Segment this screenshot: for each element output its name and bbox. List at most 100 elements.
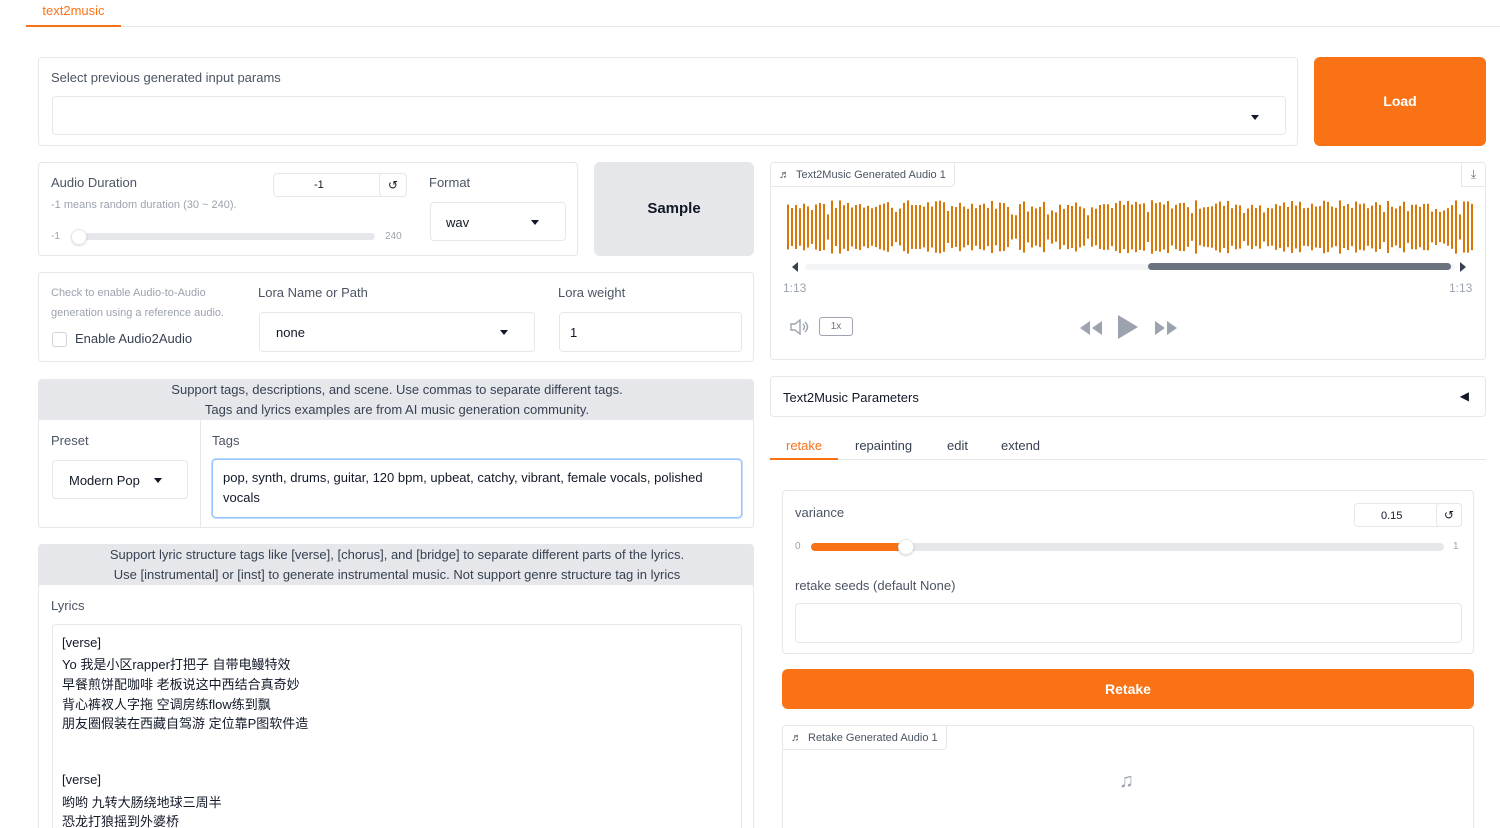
download-button[interactable]: ⤓ [1461, 163, 1485, 187]
waveform-bar [871, 208, 873, 246]
play-icon[interactable] [1117, 314, 1139, 340]
preset-dropdown[interactable]: Modern Pop [52, 460, 188, 499]
waveform-bar [1051, 210, 1053, 244]
audio2audio-checkbox[interactable] [52, 332, 67, 347]
format-value: wav [446, 215, 470, 230]
waveform-bar [831, 200, 833, 254]
waveform-bar [883, 203, 885, 251]
waveform-bar [1223, 205, 1225, 249]
lora-weight-input[interactable]: 1 [559, 312, 742, 352]
waveform-bar [811, 210, 813, 244]
preset-value: Modern Pop [69, 473, 140, 488]
waveform-bar [1231, 208, 1233, 246]
waveform-bar [795, 205, 797, 249]
waveform-bar [1359, 204, 1361, 250]
waveform-bar [1251, 204, 1253, 250]
variance-slider-thumb[interactable] [897, 539, 914, 555]
waveform-bar [1071, 205, 1073, 249]
waveform-bar [927, 202, 929, 252]
waveform-bar [1391, 206, 1393, 248]
params-accordion[interactable]: Text2Music Parameters ◀ [770, 376, 1486, 417]
format-label: Format [429, 175, 471, 190]
waveform-bar [1291, 201, 1293, 253]
variance-reset-button[interactable]: ↺ [1436, 503, 1462, 527]
lyrics-line: 背心裤衩人字拖 空调房练flow练到飘 [62, 697, 271, 712]
waveform-bar [987, 207, 989, 247]
reset-icon: ↺ [387, 178, 399, 192]
waveform-bar [923, 206, 925, 248]
retake-params-panel: variance 0.15 ↺ 0 1 retake seeds (defaul… [782, 490, 1474, 654]
waveform-bar [1159, 202, 1161, 252]
waveform-bar [967, 208, 969, 246]
waveform-bar [1139, 204, 1141, 250]
waveform-bar [851, 207, 853, 247]
lyrics-banner: Support lyric structure tags like [verse… [39, 545, 753, 585]
lora-name-label: Lora Name or Path [258, 285, 368, 300]
waveform-bar [951, 206, 953, 248]
retake-audio-label-tag: ♬ Retake Generated Audio 1 [783, 726, 947, 750]
waveform-bar [1207, 206, 1209, 248]
waveform-bar [1123, 204, 1125, 250]
waveform-scrollbar-thumb[interactable] [1148, 263, 1451, 270]
waveform-bar [1039, 206, 1041, 248]
waveform-bar [1459, 214, 1461, 240]
waveform-bar [1467, 201, 1469, 253]
waveform-bar [899, 208, 901, 246]
lora-name-dropdown[interactable]: none [259, 312, 535, 352]
format-dropdown[interactable]: wav [430, 202, 566, 241]
waveform-bar [999, 202, 1001, 252]
waveform[interactable] [785, 199, 1475, 255]
audio2audio-hint-1: Check to enable Audio-to-Audio [51, 287, 206, 299]
playback-speed-button[interactable]: 1x [819, 317, 853, 336]
chevron-down-icon [531, 220, 539, 225]
tab-retake[interactable]: retake [786, 438, 822, 453]
waveform-bar [1203, 207, 1205, 247]
scroll-left-icon[interactable] [792, 262, 798, 272]
retake-seeds-input[interactable] [795, 603, 1462, 643]
tab-repainting[interactable]: repainting [855, 438, 912, 453]
waveform-bar [1311, 203, 1313, 251]
waveform-bar [875, 206, 877, 248]
sample-button[interactable]: Sample [594, 162, 754, 256]
waveform-bar [1267, 207, 1269, 247]
variance-value: 0.15 [1381, 510, 1403, 522]
waveform-bar [1323, 200, 1325, 254]
tags-banner-line2: Tags and lyrics examples are from AI mus… [204, 402, 590, 417]
history-panel: Select previous generated input params [38, 57, 1298, 146]
waveform-bar [803, 203, 805, 251]
tags-textarea[interactable]: pop, synth, drums, guitar, 120 bpm, upbe… [212, 459, 742, 518]
waveform-bar [1439, 211, 1441, 243]
audio2audio-checkbox-label[interactable]: Enable Audio2Audio [75, 331, 192, 346]
waveform-bar [1363, 203, 1365, 251]
duration-hint: -1 means random duration (30 ~ 240). [51, 199, 237, 211]
volume-icon[interactable] [789, 319, 811, 335]
duration-slider-thumb[interactable] [71, 229, 87, 245]
tab-extend[interactable]: extend [1001, 438, 1040, 453]
waveform-bar [1247, 208, 1249, 246]
duration-slider-track[interactable] [77, 233, 375, 240]
tags-panel: Support tags, descriptions, and scene. U… [38, 379, 754, 528]
tab-edit[interactable]: edit [947, 438, 968, 453]
waveform-bar [807, 206, 809, 248]
waveform-bar [1259, 205, 1261, 249]
rewind-icon[interactable] [1079, 320, 1103, 336]
retake-button[interactable]: Retake [782, 669, 1474, 709]
waveform-bar [1243, 213, 1245, 241]
lyrics-line: 恐龙打狼摇到外婆桥 [62, 814, 180, 828]
scroll-right-icon[interactable] [1460, 262, 1466, 272]
retake-audio-panel: ♬ Retake Generated Audio 1 ♫ [782, 725, 1474, 828]
waveform-bar [991, 200, 993, 254]
lyrics-banner-line1: Support lyric structure tags like [verse… [109, 547, 685, 562]
waveform-bar [1275, 204, 1277, 250]
load-button[interactable]: Load [1314, 57, 1486, 146]
waveform-bar [887, 202, 889, 252]
history-dropdown[interactable] [52, 96, 1286, 135]
waveform-bar [891, 207, 893, 247]
waveform-bar [1099, 205, 1101, 249]
tab-text2music[interactable]: text2music [26, 0, 121, 27]
waveform-bar [1167, 201, 1169, 253]
waveform-bar [1371, 205, 1373, 249]
tags-label: Tags [212, 433, 240, 448]
fast-forward-icon[interactable] [1154, 320, 1178, 336]
duration-reset-button[interactable]: ↺ [379, 173, 407, 197]
